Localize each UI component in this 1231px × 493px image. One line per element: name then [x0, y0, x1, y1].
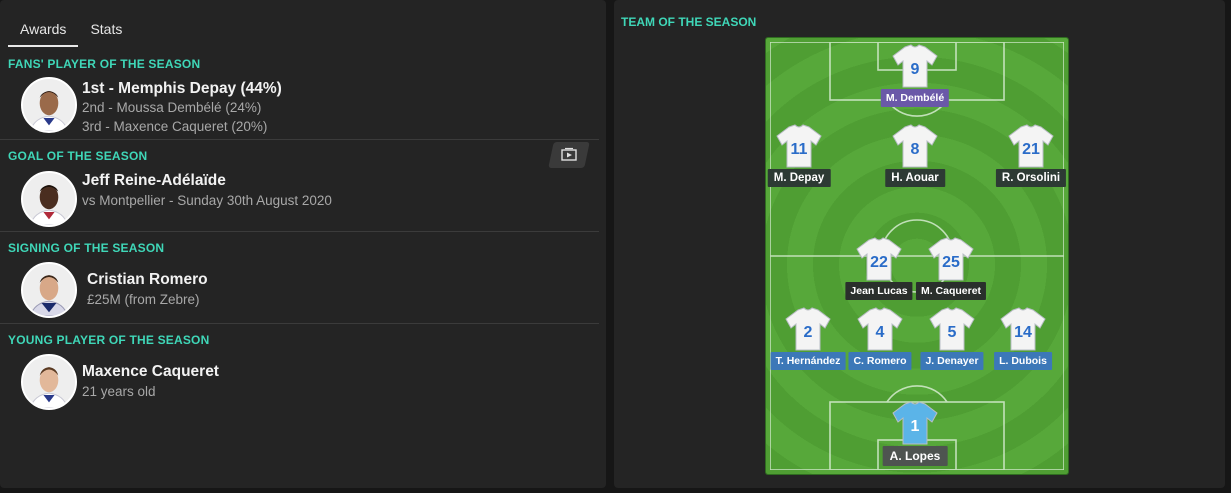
shirt-icon: 9 — [892, 44, 938, 88]
shirt-number: 4 — [876, 324, 885, 341]
shirt-number: 25 — [942, 254, 960, 271]
shirt-number: 5 — [948, 324, 957, 341]
player-name-label[interactable]: M. Dembélé — [880, 89, 950, 107]
player-name-label[interactable]: A. Lopes — [882, 446, 948, 466]
team-of-season-panel: TEAM OF THE SEASON 9 M. Dembélé 11 M. Depay… — [614, 0, 1225, 488]
goal-match-detail: vs Montpellier - Sunday 30th August 2020 — [82, 193, 332, 208]
shirt-icon: 22 — [856, 237, 902, 281]
shirt-icon: 4 — [857, 307, 903, 351]
signing-player-name[interactable]: Cristian Romero — [87, 271, 208, 289]
young-player-title: YOUNG PLAYER OF THE SEASON — [8, 333, 210, 347]
shirt-icon: 5 — [929, 307, 975, 351]
player-name-label[interactable]: M. Caqueret — [915, 282, 987, 300]
shirt-icon: 14 — [1000, 307, 1046, 351]
shirt-number: 9 — [911, 61, 920, 78]
awards-panel: Awards Stats FANS' PLAYER OF THE SEASON … — [0, 0, 606, 488]
shirt-number: 14 — [1014, 324, 1032, 341]
watch-goal-button[interactable] — [548, 142, 590, 168]
shirt-number: 2 — [804, 324, 813, 341]
player-name-label[interactable]: H. Aouar — [885, 169, 945, 187]
player-name-label[interactable]: T. Hernández — [770, 352, 846, 370]
shirt-icon: 8 — [892, 124, 938, 168]
player-name-label[interactable]: Jean Lucas — [845, 282, 913, 300]
avatar[interactable] — [21, 77, 77, 133]
divider — [0, 231, 599, 232]
signing-detail: £25M (from Zebre) — [87, 292, 200, 307]
goal-title: GOAL OF THE SEASON — [8, 149, 148, 163]
fans-second-place: 2nd - Moussa Dembélé (24%) — [82, 100, 262, 115]
tab-stats[interactable]: Stats — [78, 10, 134, 48]
shirt-number: 1 — [911, 418, 920, 435]
shirt-icon: 1 — [892, 401, 938, 445]
shirt-number: 22 — [870, 254, 888, 271]
shirt-number: 8 — [911, 141, 920, 158]
avatar[interactable] — [21, 354, 77, 410]
divider — [0, 323, 599, 324]
shirt-icon: 21 — [1008, 124, 1054, 168]
avatar[interactable] — [21, 171, 77, 227]
signing-title: SIGNING OF THE SEASON — [8, 241, 165, 255]
shirt-icon: 25 — [928, 237, 974, 281]
team-of-season-title: TEAM OF THE SEASON — [621, 15, 757, 29]
shirt-icon: 11 — [776, 124, 822, 168]
avatar[interactable] — [21, 262, 77, 318]
goal-player-name[interactable]: Jeff Reine-Adélaïde — [82, 172, 226, 190]
pitch: 9 M. Dembélé 11 M. Depay 8 H. Aouar 21 R. Orsol… — [766, 38, 1068, 474]
fans-third-place: 3rd - Maxence Caqueret (20%) — [82, 119, 268, 134]
player-name-label[interactable]: L. Dubois — [994, 352, 1052, 370]
young-player-name[interactable]: Maxence Caqueret — [82, 363, 219, 381]
player-name-label[interactable]: C. Romero — [848, 352, 912, 370]
shirt-number: 11 — [791, 141, 808, 158]
shirt-icon: 2 — [785, 307, 831, 351]
video-play-icon — [561, 147, 577, 161]
shirt-number: 21 — [1022, 141, 1040, 158]
player-name-label[interactable]: J. Denayer — [920, 352, 984, 370]
player-name-label[interactable]: R. Orsolini — [995, 169, 1067, 187]
young-player-age: 21 years old — [82, 384, 156, 399]
fans-player-title: FANS' PLAYER OF THE SEASON — [8, 57, 201, 71]
tab-awards[interactable]: Awards — [8, 10, 79, 48]
tab-bar: Awards Stats — [8, 10, 134, 48]
fans-first-place: 1st - Memphis Depay (44%) — [82, 80, 282, 97]
divider — [0, 139, 599, 140]
player-name-label[interactable]: M. Depay — [767, 169, 831, 187]
